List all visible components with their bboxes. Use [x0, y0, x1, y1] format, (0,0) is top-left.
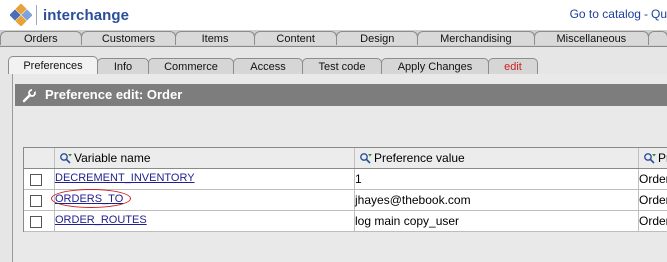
- tab-access[interactable]: Access: [233, 58, 303, 74]
- sort-icon[interactable]: [59, 152, 73, 165]
- header-links: Go to catalog - Qu: [569, 7, 667, 21]
- row-checkbox[interactable]: [30, 195, 42, 207]
- brand: interchange: [36, 4, 129, 26]
- tab-info[interactable]: Info: [97, 58, 149, 74]
- tab-preferences[interactable]: Preferences: [8, 56, 98, 74]
- preference-value: jhayes@thebook.com: [355, 193, 471, 207]
- tab-apply-changes[interactable]: Apply Changes: [381, 58, 489, 74]
- variable-link[interactable]: ORDERS_TO: [55, 193, 123, 205]
- page-title: Preference edit: Order: [45, 87, 183, 102]
- tab-customers[interactable]: Customers: [80, 31, 177, 45]
- variable-link[interactable]: ORDER_ROUTES: [55, 214, 147, 226]
- table-header: Variable name Preference value P: [24, 148, 667, 169]
- third-column-value: Order: [639, 193, 667, 207]
- app-header: interchange Go to catalog - Qu: [0, 0, 667, 30]
- tab-edit[interactable]: edit: [488, 58, 538, 74]
- row-checkbox[interactable]: [30, 174, 42, 186]
- go-to-catalog-link[interactable]: Go to catalog: [570, 7, 641, 21]
- preference-value: log main copy_user: [355, 214, 460, 228]
- preferences-table: Variable name Preference value P DECREME…: [23, 147, 667, 232]
- brand-name: interchange: [43, 6, 130, 24]
- third-column-value: Order: [639, 214, 667, 228]
- table-row: ORDERS_TO jhayes@thebook.com Order: [24, 189, 667, 211]
- preference-value: 1: [355, 172, 362, 186]
- sub-tabs: Preferences Info Commerce Access Test co…: [8, 56, 538, 74]
- sort-icon[interactable]: [643, 152, 657, 165]
- quit-link[interactable]: Qu: [651, 7, 667, 21]
- tab-content[interactable]: Content: [253, 31, 338, 45]
- tab-merchandising[interactable]: Merchandising: [417, 31, 535, 45]
- panel-titlebar: Preference edit: Order: [15, 84, 667, 106]
- tab-design[interactable]: Design: [336, 31, 419, 45]
- column-preference-value[interactable]: Preference value: [374, 148, 465, 168]
- variable-link[interactable]: DECREMENT_INVENTORY: [55, 172, 195, 184]
- tab-test-code[interactable]: Test code: [302, 58, 382, 74]
- sort-icon[interactable]: [359, 152, 373, 165]
- tab-orders[interactable]: Orders: [0, 31, 82, 45]
- wrench-icon: [22, 89, 36, 103]
- column-variable-name[interactable]: Variable name: [74, 148, 151, 168]
- tab-miscellaneous[interactable]: Miscellaneous: [533, 31, 650, 45]
- main-tabs: Orders Customers Items Content Design Me…: [0, 30, 667, 47]
- content-area: Preferences Info Commerce Access Test co…: [0, 47, 667, 262]
- third-column-value: Order: [639, 172, 667, 186]
- table-row: ORDER_ROUTES log main copy_user Order: [24, 211, 667, 232]
- table-row: DECREMENT_INVENTORY 1 Order: [24, 169, 667, 190]
- tab-items[interactable]: Items: [175, 31, 255, 45]
- header-checkbox-cell: [24, 148, 55, 168]
- tab-overflow[interactable]: [648, 31, 667, 45]
- tab-commerce[interactable]: Commerce: [148, 58, 234, 74]
- column-third[interactable]: Pr: [658, 148, 667, 168]
- preference-panel: Preference edit: Order Variable name Pre…: [12, 74, 667, 262]
- interchange-logo-icon: [10, 4, 32, 26]
- row-checkbox[interactable]: [30, 216, 42, 228]
